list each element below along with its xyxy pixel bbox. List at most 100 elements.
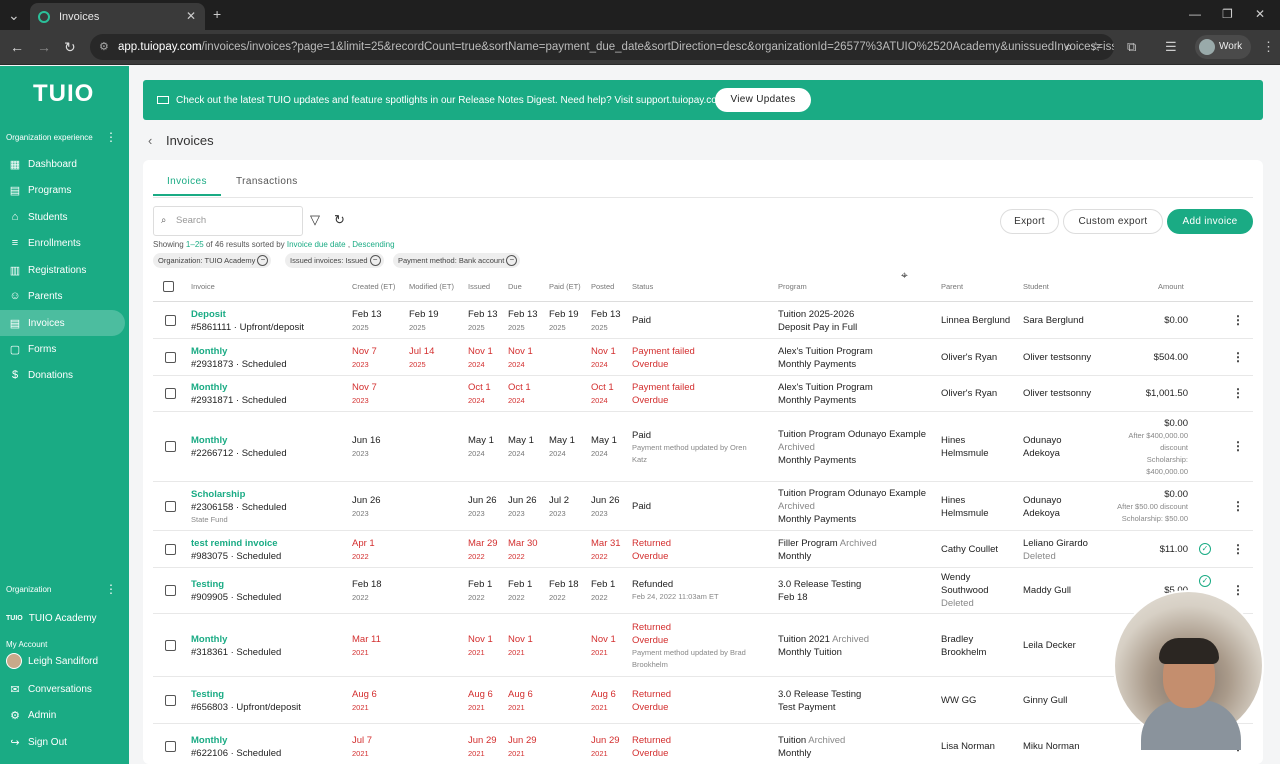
table-row[interactable]: Scholarship #2306158 · Scheduled State Fun… bbox=[153, 482, 1253, 531]
organization-switcher[interactable]: TUIO TUIO Academy bbox=[6, 613, 97, 624]
zoom-icon[interactable]: ⌕ bbox=[1065, 34, 1072, 60]
address-bar[interactable]: ⚙ app.tuiopay.com/invoices/invoices?page… bbox=[90, 34, 1114, 60]
col-due[interactable]: Due bbox=[508, 282, 522, 291]
sidebar-item-students[interactable]: ⌂ Students bbox=[0, 204, 125, 230]
filter-icon[interactable]: ▽ bbox=[310, 212, 320, 228]
row-actions-icon[interactable]: ⋮ bbox=[1232, 439, 1244, 453]
table-row[interactable]: Testing #909905 · Scheduled Feb 18 2022 Feb … bbox=[153, 567, 1253, 614]
col-created[interactable]: Created (ET) bbox=[352, 282, 395, 291]
sidebar-item-dashboard[interactable]: ▦ Dashboard bbox=[0, 151, 125, 177]
row-checkbox[interactable] bbox=[165, 351, 176, 363]
tab-transactions[interactable]: Transactions bbox=[236, 176, 298, 187]
row-checkbox[interactable] bbox=[165, 639, 176, 651]
col-parent[interactable]: Parent bbox=[941, 282, 963, 291]
row-actions-icon[interactable]: ⋮ bbox=[1232, 542, 1244, 556]
sidebar-item-invoices[interactable]: ▤ Invoices bbox=[0, 310, 125, 336]
sidebar-item-sign-out[interactable]: ↪ Sign Out bbox=[0, 729, 125, 755]
invoice-title-link[interactable]: Monthly bbox=[191, 734, 281, 747]
col-student[interactable]: Student bbox=[1023, 282, 1049, 291]
table-row[interactable]: Monthly #2266712 · Scheduled Jun 16 2023 May… bbox=[153, 412, 1253, 482]
row-checkbox[interactable] bbox=[165, 584, 176, 596]
table-row[interactable]: Monthly #318361 · Scheduled Mar 11 2021 Nov … bbox=[153, 614, 1253, 677]
search-input[interactable]: ⌕ Search bbox=[153, 206, 303, 236]
profile-button[interactable]: Work bbox=[1195, 35, 1251, 59]
restore-icon[interactable]: ❐ bbox=[1222, 6, 1233, 22]
sort-field-link[interactable]: Invoice due date bbox=[287, 240, 346, 249]
col-invoice[interactable]: Invoice bbox=[191, 282, 215, 291]
col-posted[interactable]: Posted bbox=[591, 282, 614, 291]
browser-tab[interactable]: Invoices ✕ bbox=[30, 3, 205, 30]
col-program[interactable]: Program bbox=[778, 282, 807, 291]
custom-export-button[interactable]: Custom export bbox=[1063, 209, 1163, 234]
sidebar-item-enrollments[interactable]: ≡ Enrollments bbox=[0, 230, 125, 256]
sidebar-item-admin[interactable]: ⚙ Admin bbox=[0, 702, 125, 728]
row-checkbox[interactable] bbox=[165, 441, 176, 452]
add-invoice-button[interactable]: Add invoice bbox=[1167, 209, 1253, 234]
sidebar-item-programs[interactable]: ▤ Programs bbox=[0, 177, 125, 203]
sidebar-item-registrations[interactable]: ▥ Registrations bbox=[0, 257, 125, 283]
sort-direction-link[interactable]: Descending bbox=[352, 240, 394, 249]
row-actions-icon[interactable]: ⋮ bbox=[1232, 313, 1244, 327]
col-modified[interactable]: Modified (ET) bbox=[409, 282, 454, 291]
account-item[interactable]: Leigh Sandiford bbox=[6, 653, 98, 669]
sidebar-item-conversations[interactable]: ✉ Conversations bbox=[0, 676, 125, 702]
forward-icon[interactable]: → bbox=[37, 39, 51, 55]
invoice-title-link[interactable]: Scholarship bbox=[191, 488, 287, 501]
organization-more-icon[interactable]: ⋮ bbox=[105, 582, 117, 596]
remove-filter-icon[interactable]: − bbox=[369, 255, 381, 266]
invoice-title-link[interactable]: Monthly bbox=[191, 633, 281, 646]
remove-filter-icon[interactable]: − bbox=[506, 255, 518, 266]
export-button[interactable]: Export bbox=[1000, 209, 1059, 234]
amount-line: $0.00 bbox=[1164, 315, 1188, 326]
row-checkbox[interactable] bbox=[165, 694, 176, 706]
new-tab-icon[interactable]: + bbox=[213, 6, 221, 22]
back-arrow-icon[interactable]: ‹ bbox=[148, 133, 152, 148]
close-tab-icon[interactable]: ✕ bbox=[186, 9, 196, 23]
row-checkbox[interactable] bbox=[165, 314, 176, 326]
reading-list-icon[interactable]: ☰ bbox=[1165, 39, 1177, 55]
remove-filter-icon[interactable]: − bbox=[257, 255, 269, 266]
table-row[interactable]: Deposit #5861111 · Upfront/deposit Feb 13 2… bbox=[153, 302, 1253, 339]
row-checkbox[interactable] bbox=[165, 543, 176, 555]
section-more-icon[interactable]: ⋮ bbox=[105, 130, 117, 144]
row-actions-icon[interactable]: ⋮ bbox=[1232, 583, 1244, 597]
table-row[interactable]: Testing #656803 · Upfront/deposit Aug 6 202… bbox=[153, 677, 1253, 724]
extensions-icon[interactable]: ⧉ bbox=[1127, 39, 1136, 55]
table-row[interactable]: Monthly #2931871 · Scheduled Nov 7 2023 Oct … bbox=[153, 375, 1253, 412]
table-row[interactable]: Monthly #2931873 · Scheduled Nov 7 2023 Jul … bbox=[153, 339, 1253, 376]
row-checkbox[interactable] bbox=[165, 500, 176, 512]
sidebar-item-donations[interactable]: $ Donations bbox=[0, 362, 125, 388]
row-actions-icon[interactable]: ⋮ bbox=[1232, 386, 1244, 400]
col-paid[interactable]: Paid (ET) bbox=[549, 282, 581, 291]
tab-search-icon[interactable]: ⌄ bbox=[8, 7, 20, 23]
row-checkbox[interactable] bbox=[165, 387, 176, 399]
browser-menu-icon[interactable]: ⋮ bbox=[1262, 39, 1275, 55]
back-icon[interactable]: ← bbox=[10, 39, 24, 55]
invoice-title-link[interactable]: test remind invoice bbox=[191, 537, 281, 550]
bookmark-star-icon[interactable]: ☆ bbox=[1090, 34, 1102, 60]
invoice-title-link[interactable]: Monthly bbox=[191, 345, 287, 358]
row-checkbox[interactable] bbox=[165, 740, 176, 752]
invoice-title-link[interactable]: Testing bbox=[191, 688, 301, 701]
invoice-title-link[interactable]: Deposit bbox=[191, 308, 304, 321]
table-row[interactable]: Monthly #622106 · Scheduled Jul 7 2021 Jun 2… bbox=[153, 724, 1253, 764]
table-row[interactable]: test remind invoice #983075 · Scheduled Ap… bbox=[153, 531, 1253, 568]
tab-invoices[interactable]: Invoices bbox=[167, 176, 207, 187]
close-window-icon[interactable]: ✕ bbox=[1255, 6, 1265, 22]
row-actions-icon[interactable]: ⋮ bbox=[1232, 499, 1244, 513]
site-info-icon[interactable]: ⚙ bbox=[99, 34, 109, 60]
refresh-icon[interactable]: ↻ bbox=[334, 212, 345, 228]
invoice-title-link[interactable]: Testing bbox=[191, 578, 281, 591]
row-actions-icon[interactable]: ⋮ bbox=[1232, 350, 1244, 364]
col-issued[interactable]: Issued bbox=[468, 282, 490, 291]
sidebar-item-parents[interactable]: ☺ Parents bbox=[0, 283, 125, 309]
select-all-checkbox[interactable] bbox=[163, 281, 174, 292]
col-amount[interactable]: Amount bbox=[1158, 282, 1184, 291]
sidebar-item-forms[interactable]: ▢ Forms bbox=[0, 336, 125, 362]
col-status[interactable]: Status bbox=[632, 282, 653, 291]
invoice-title-link[interactable]: Monthly bbox=[191, 381, 287, 394]
view-updates-button[interactable]: View Updates bbox=[715, 88, 811, 112]
minimize-icon[interactable]: — bbox=[1189, 6, 1201, 22]
invoice-title-link[interactable]: Monthly bbox=[191, 434, 287, 447]
reload-icon[interactable]: ↻ bbox=[64, 39, 76, 56]
